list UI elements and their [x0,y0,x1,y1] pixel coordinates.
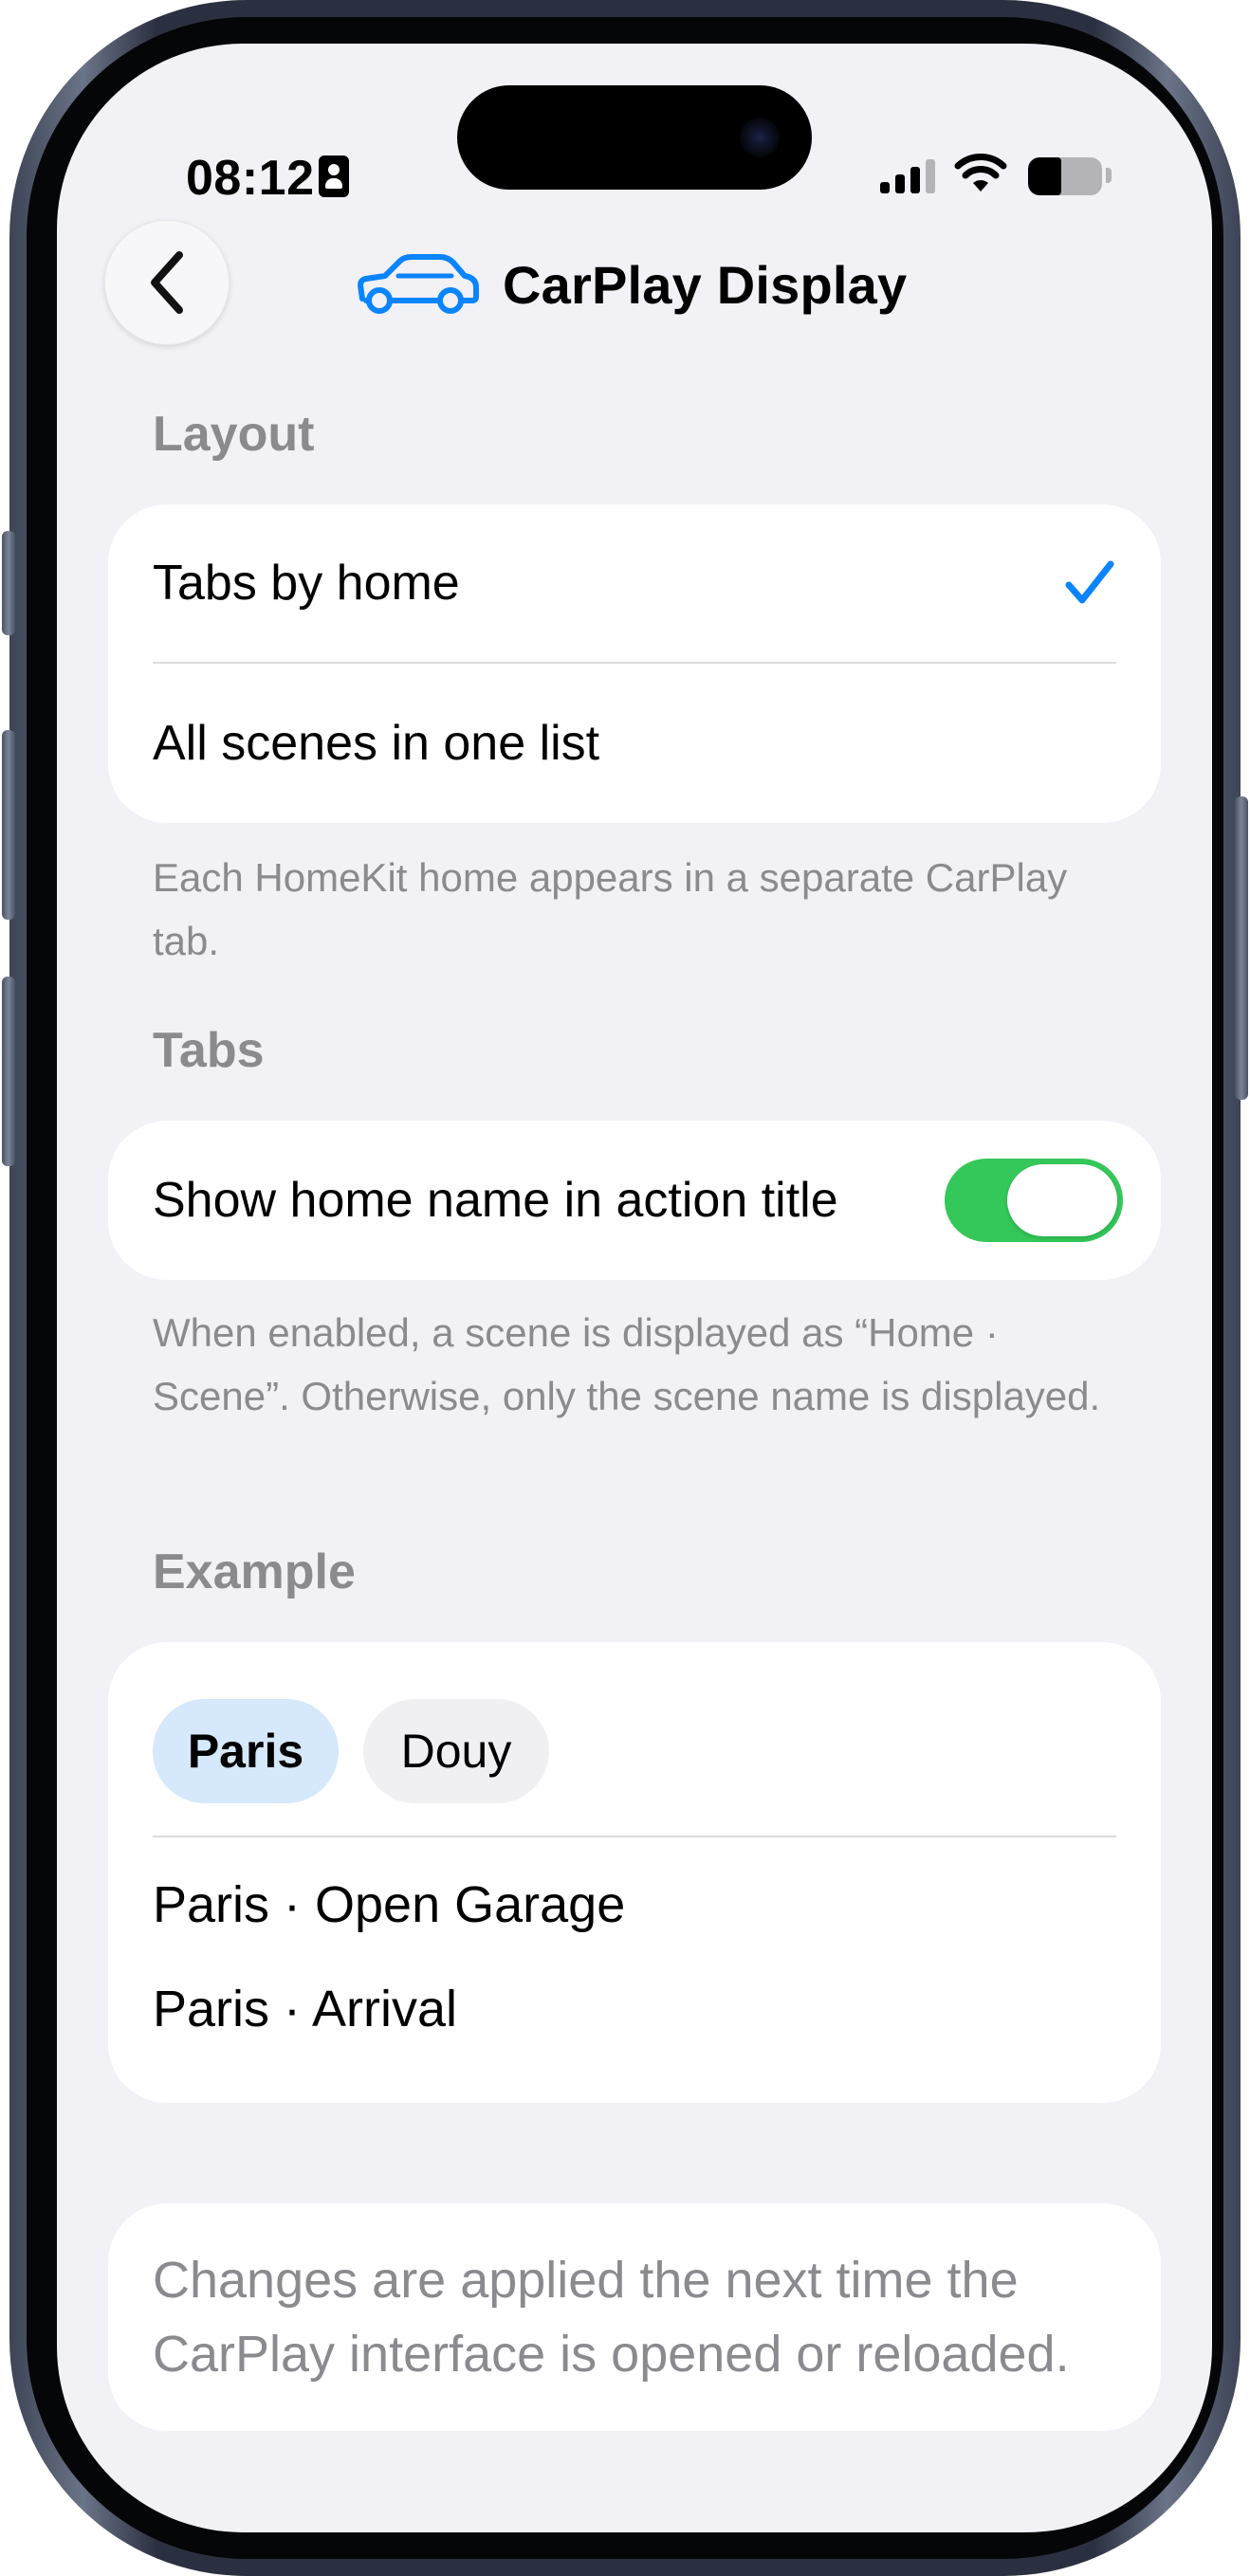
example-item: Paris · Arrival [153,1981,458,2037]
status-bar: 08:12 [57,44,1212,233]
section-header-layout: Layout [153,407,315,462]
battery-tip [1106,168,1112,183]
screen: 08:12 CarPlay Display Layout Tabs by hom… [57,44,1212,2532]
example-card: Paris Douy Paris · Open Garage Paris · A… [108,1642,1161,2103]
cellular-signal-icon [880,159,935,193]
wifi-icon [954,154,1007,192]
toggle-knob [1007,1164,1117,1236]
example-item: Paris · Open Garage [153,1876,626,1933]
volume-down-button [2,977,15,1166]
layout-footnote: Each HomeKit home appears in a separate … [153,855,1068,963]
status-time: 08:12 [186,151,315,206]
phone-frame: 08:12 CarPlay Display Layout Tabs by hom… [2,0,1248,2576]
show-home-name-toggle[interactable] [945,1159,1123,1242]
tabs-card: Show home name in action title [108,1121,1161,1280]
front-camera [740,118,780,157]
page-title: CarPlay Display [503,254,908,315]
chip-paris[interactable]: Paris [153,1699,339,1803]
car-icon [358,254,479,314]
section-header-tabs: Tabs [153,1023,265,1078]
back-button[interactable] [104,220,230,345]
nav-header: CarPlay Display [353,247,907,322]
volume-up-button [2,730,15,920]
show-home-name-row: Show home name in action title [153,1121,914,1280]
section-header-example: Example [153,1544,356,1599]
divider [153,1836,1116,1837]
layout-option-tabs-by-home[interactable]: Tabs by home [153,504,1116,662]
layout-option-all-scenes[interactable]: All scenes in one list [153,664,1116,823]
toggle-label: Show home name in action title [153,1173,838,1228]
checkmark-icon [1065,560,1114,604]
side-button [1235,796,1248,1100]
option-label: Tabs by home [153,556,460,611]
layout-options-card: Tabs by home All scenes in one list [108,504,1161,823]
dynamic-island [457,85,812,190]
changes-notice: Changes are applied the next time the Ca… [108,2203,1161,2431]
contact-card-icon [319,155,349,197]
chip-douy[interactable]: Douy [363,1699,549,1803]
action-button [2,531,15,635]
chevron-left-icon [151,251,183,314]
option-label: All scenes in one list [153,716,600,771]
tabs-footnote: When enabled, a scene is displayed as “H… [153,1310,1101,1418]
battery-icon [1028,157,1102,195]
battery-fill [1028,157,1062,195]
